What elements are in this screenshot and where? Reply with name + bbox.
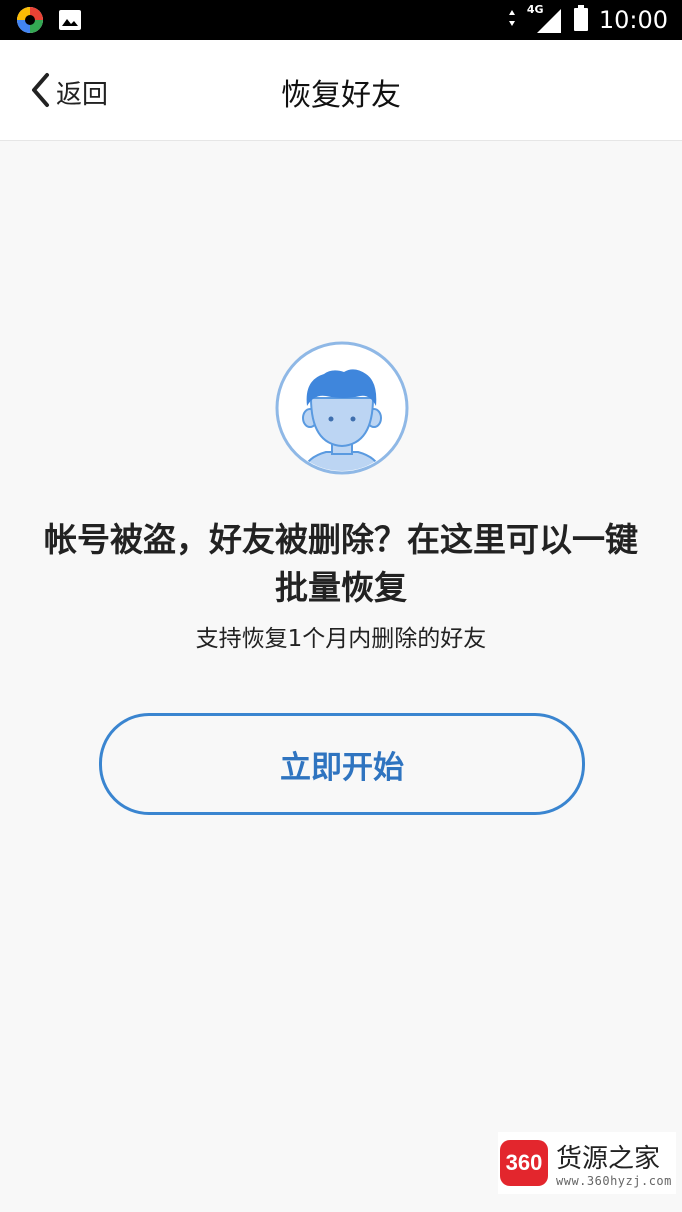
page-title: 恢复好友 [281,78,401,113]
clock: 10:00 [598,6,668,34]
image-notification-icon [58,9,82,35]
data-arrows-icon [507,7,517,33]
app-icon [16,6,44,38]
watermark-url: www.360hyzj.com [556,1174,672,1188]
signal-icon: 4G [527,3,563,35]
watermark-logo: 360 [500,1140,548,1186]
battery-icon [573,4,589,36]
start-button[interactable]: 立即开始 [99,713,585,815]
watermark: 360 货源之家 www.360hyzj.com [498,1132,676,1194]
subline: 支持恢复1个月内删除的好友 [195,626,487,652]
avatar-illustration [274,340,410,476]
navigation-bar: 返回 恢复好友 [0,40,682,141]
watermark-name: 货源之家 [556,1144,661,1174]
start-button-label: 立即开始 [280,749,404,786]
headline: 帐号被盗，好友被删除？在这里可以一键批量恢复 [44,520,638,607]
status-bar: 4G 10:00 [0,0,682,40]
